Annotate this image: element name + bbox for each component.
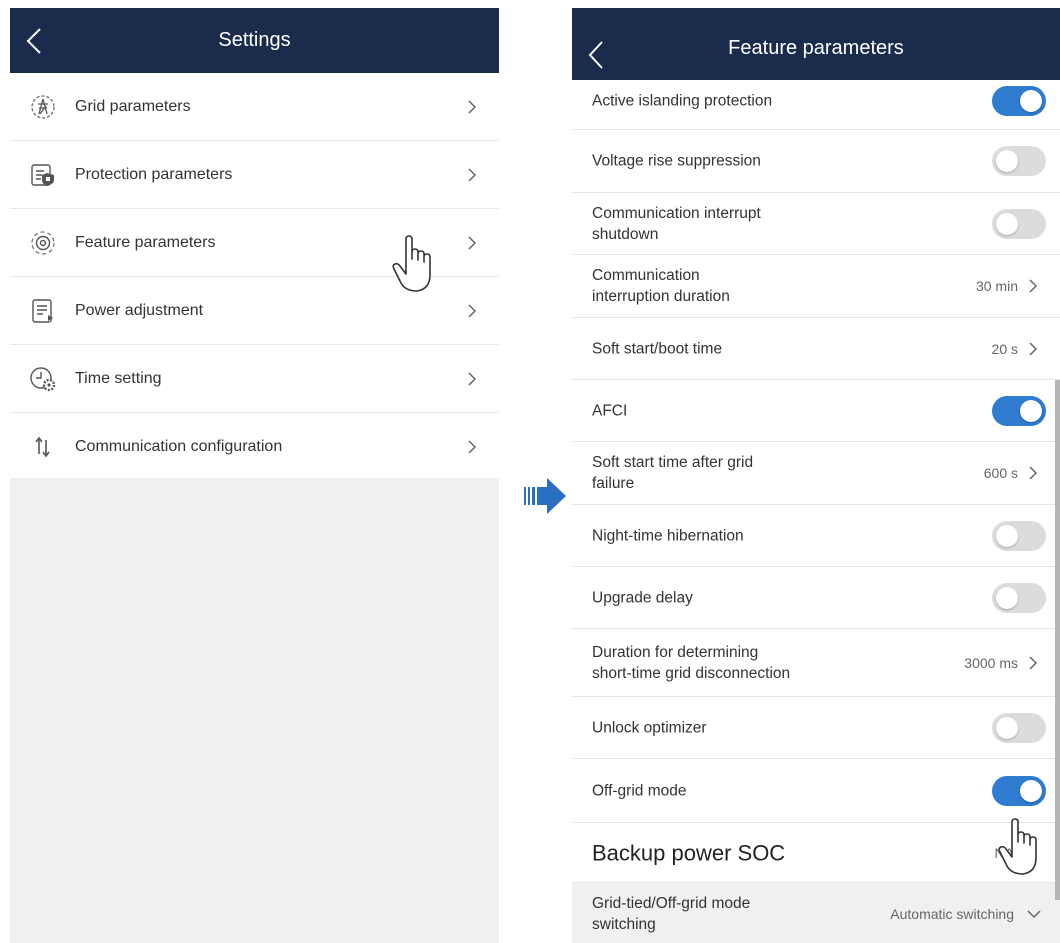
toggle-switch[interactable]: [992, 775, 1046, 806]
row-upgrade-delay: Upgrade delay: [572, 567, 1060, 629]
feature-header: Feature parameters: [572, 8, 1060, 80]
row-label: Night-time hibernation: [592, 527, 744, 544]
row-grid-tied-off-grid-switching[interactable]: Grid-tied/Off-grid mode switching Automa…: [572, 883, 1060, 943]
row-label: Voltage rise suppression: [592, 152, 761, 170]
toggle-knob: [996, 524, 1018, 547]
row-value: 600 s: [983, 465, 1018, 481]
row-active-islanding-protection: Active islanding protection: [572, 80, 1060, 130]
toggle-switch[interactable]: [992, 520, 1046, 551]
clock-gear-icon: [30, 366, 56, 391]
settings-header: Settings: [10, 8, 499, 73]
row-communication-interrupt-shutdown: Communication interrupt shutdown: [572, 193, 1060, 255]
chevron-down-icon: [1027, 910, 1041, 919]
scrollbar[interactable]: [1055, 380, 1060, 900]
row-short-time-grid-disconnection[interactable]: Duration for determining short-time grid…: [572, 629, 1060, 697]
row-label: Upgrade delay: [592, 589, 693, 606]
feature-parameters-panel: Feature parameters Active islanding prot…: [572, 8, 1060, 943]
page-title: Feature parameters: [728, 37, 904, 59]
settings-item-label: Feature parameters: [75, 233, 216, 251]
chevron-right-icon: [468, 99, 477, 114]
row-label: Active islanding protection: [592, 92, 773, 110]
toggle-switch[interactable]: [992, 582, 1046, 613]
chevron-right-icon: [468, 235, 477, 250]
toggle-switch[interactable]: [992, 146, 1046, 176]
settings-item-label: Time setting: [75, 369, 162, 387]
settings-item-protection-parameters[interactable]: Protection parameters: [10, 141, 499, 209]
settings-item-label: Communication configuration: [75, 438, 283, 455]
row-label: Grid-tied/Off-grid mode switching: [592, 895, 751, 933]
updown-arrows-icon: [35, 436, 50, 458]
toggle-switch[interactable]: [992, 208, 1046, 239]
row-soft-start-boot-time[interactable]: Soft start/boot time 20 s: [572, 318, 1060, 380]
row-backup-power-soc[interactable]: Backup power SOC NA: [572, 823, 1060, 883]
toggle-knob: [1020, 779, 1042, 802]
chevron-right-icon: [1029, 279, 1038, 293]
toggle-knob: [996, 586, 1018, 609]
row-label: Communication interruption duration: [592, 267, 730, 305]
row-label: Soft start/boot time: [592, 340, 723, 357]
row-value: 30 min: [975, 278, 1018, 294]
row-afci: AFCI: [572, 380, 1060, 442]
row-label: Duration for determining short-time grid…: [592, 643, 791, 682]
row-soft-start-time-after-grid-failure[interactable]: Soft start time after grid failure 600 s: [572, 442, 1060, 505]
toggle-knob: [1020, 399, 1042, 422]
feature-list: Active islanding protection Voltage rise…: [572, 80, 1060, 943]
settings-item-feature-parameters[interactable]: Feature parameters: [10, 209, 499, 277]
settings-item-label: Power adjustment: [75, 301, 204, 319]
toggle-knob: [996, 150, 1018, 172]
settings-item-grid-parameters[interactable]: Grid parameters: [10, 73, 499, 141]
settings-item-communication-configuration[interactable]: Communication configuration: [10, 413, 499, 481]
row-night-time-hibernation: Night-time hibernation: [572, 505, 1060, 567]
row-off-grid-mode: Off-grid mode: [572, 759, 1060, 823]
protection-icon: [31, 163, 54, 186]
chevron-right-icon: [468, 440, 477, 454]
row-label: Off-grid mode: [592, 782, 687, 799]
chevron-right-icon: [468, 303, 477, 318]
settings-list: Grid parameters Protection parameters Fe…: [10, 73, 499, 478]
toggle-switch[interactable]: [992, 395, 1046, 426]
chevron-right-icon: [1029, 466, 1038, 480]
toggle-knob: [996, 212, 1018, 235]
toggle-switch[interactable]: [992, 712, 1046, 743]
row-label: Backup power SOC: [592, 840, 786, 865]
settings-item-time-setting[interactable]: Time setting: [10, 345, 499, 413]
chevron-right-icon: [468, 371, 477, 386]
settings-item-power-adjustment[interactable]: Power adjustment: [10, 277, 499, 345]
grid-tower-icon: [31, 94, 55, 119]
settings-item-label: Protection parameters: [75, 165, 233, 183]
row-value: 20 s: [991, 340, 1018, 357]
row-label: AFCI: [592, 402, 628, 419]
page-title: Settings: [218, 29, 291, 51]
row-value: 3000 ms: [964, 654, 1018, 671]
row-value: NA: [994, 844, 1014, 861]
row-communication-interruption-duration[interactable]: Communication interruption duration 30 m…: [572, 255, 1060, 318]
chevron-right-icon: [1029, 655, 1038, 670]
toggle-knob: [1020, 89, 1042, 112]
feature-icon: [31, 230, 55, 255]
row-label: Communication interrupt shutdown: [592, 204, 761, 243]
arrow-right-icon: [524, 478, 566, 514]
row-voltage-rise-suppression: Voltage rise suppression: [572, 130, 1060, 193]
settings-panel: Settings Grid parameters Protection para…: [10, 8, 499, 943]
document-icon: [32, 298, 53, 323]
row-value: Automatic switching: [890, 906, 1014, 922]
chevron-right-icon: [468, 167, 477, 182]
row-label: Soft start time after grid failure: [592, 454, 754, 492]
toggle-knob: [996, 716, 1018, 739]
settings-item-label: Grid parameters: [75, 97, 191, 115]
row-unlock-optimizer: Unlock optimizer: [572, 697, 1060, 759]
row-label: Unlock optimizer: [592, 719, 707, 736]
toggle-switch[interactable]: [992, 85, 1046, 116]
chevron-right-icon: [1029, 341, 1038, 356]
